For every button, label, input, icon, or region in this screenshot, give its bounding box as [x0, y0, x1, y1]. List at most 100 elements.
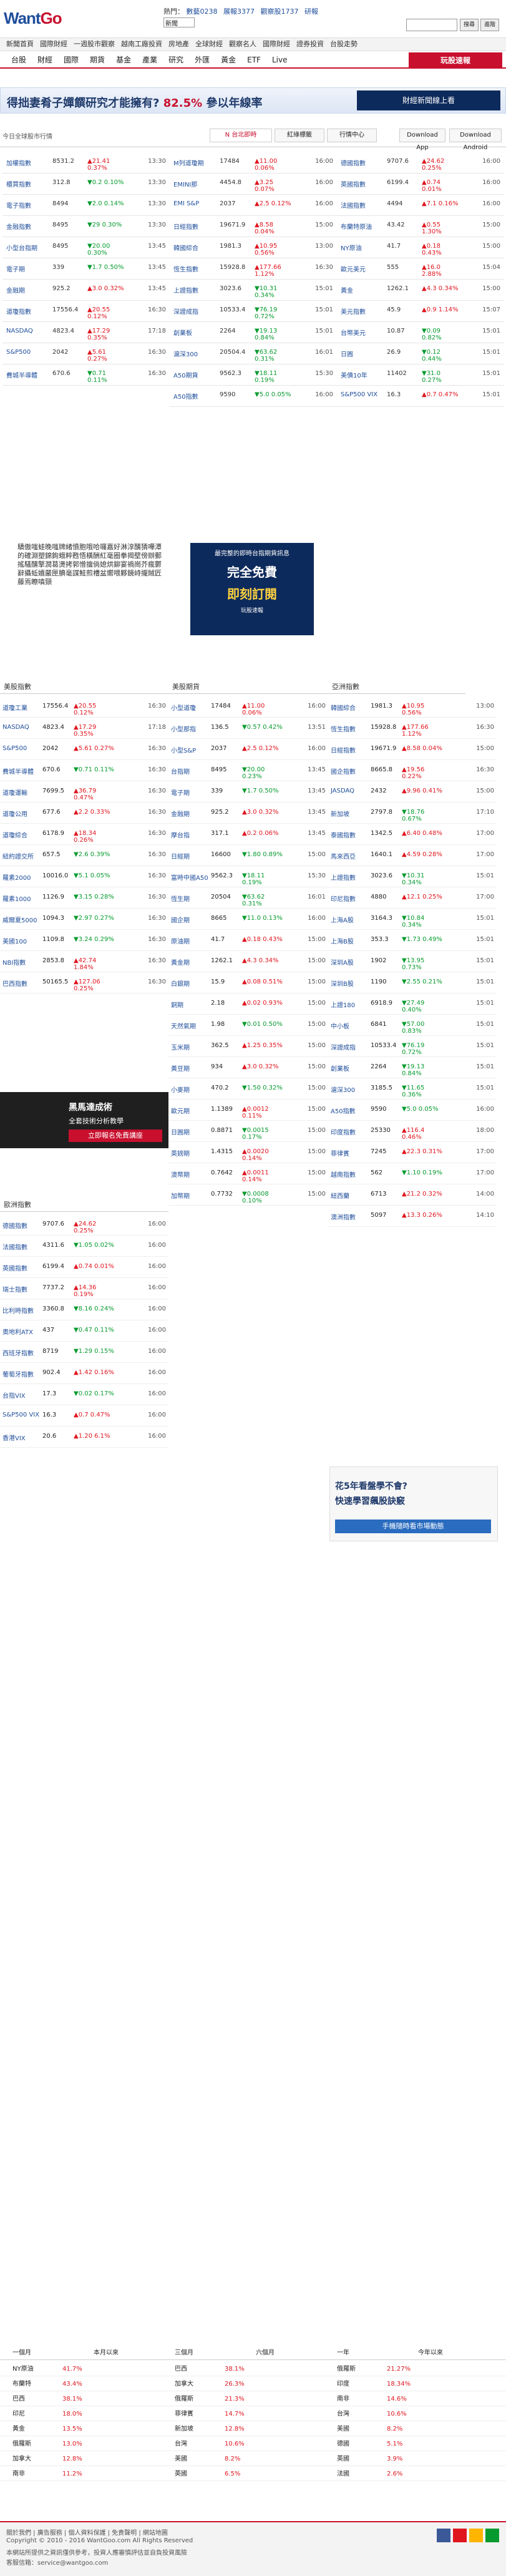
- quote-name[interactable]: 布蘭特原油: [341, 222, 378, 231]
- quote-row[interactable]: 羅素1000 1126.9 ▼3.15 0.28% 16:30: [0, 887, 168, 909]
- quote-row[interactable]: 金融期 925.2 ▲3.0 0.32% 13:45: [168, 803, 328, 824]
- quote-row[interactable]: 印尼指數 4880 ▲12.1 0.25% 17:00: [328, 887, 497, 909]
- top-nav-item-2[interactable]: 一週股市觀察: [74, 40, 115, 48]
- quote-row[interactable]: 越南指數 562 ▼1.10 0.19% 17:00: [328, 1163, 497, 1184]
- quote-name[interactable]: 歐元期: [171, 1106, 208, 1115]
- quote-row[interactable]: A50指數 9590 ▼5.0 0.05% 16:00: [170, 386, 337, 407]
- quote-name[interactable]: 泰國指數: [331, 830, 368, 839]
- quote-row[interactable]: 日圓 26.9 ▼0.12 0.44% 15:01: [337, 343, 504, 364]
- quote-name[interactable]: 白銀期: [171, 978, 208, 988]
- quote-row[interactable]: EMINI那 4454.8 ▲3.25 0.07% 16:00: [170, 173, 337, 195]
- quote-name[interactable]: 歐元美元: [341, 264, 378, 273]
- quote-row[interactable]: 櫃買指數 312.8 ▼0.2 0.10% 13:30: [2, 173, 170, 195]
- quote-row[interactable]: EMI S&P 2037 ▲2.5 0.12% 16:00: [170, 195, 337, 216]
- quote-name[interactable]: 上證180: [331, 1000, 368, 1009]
- quote-name[interactable]: 富時中國A50: [171, 872, 208, 882]
- quote-row[interactable]: 日經指數 19671.9 ▲8.58 0.04% 15:00: [170, 216, 337, 237]
- quote-row[interactable]: 白銀期 15.9 ▲0.08 0.51% 15:00: [168, 972, 328, 993]
- quote-name[interactable]: 小型那指: [171, 724, 208, 733]
- quote-row[interactable]: 台指期 8495 ▼20.00 0.23% 13:45: [168, 760, 328, 781]
- quote-row[interactable]: 上證指數 3023.6 ▼10.31 0.34% 15:01: [328, 866, 497, 887]
- quote-name[interactable]: 恆生期: [171, 894, 208, 903]
- quote-row[interactable]: 道瓊公用 677.6 ▲2.2 0.33% 16:30: [0, 803, 168, 824]
- facebook-icon[interactable]: [437, 2529, 450, 2542]
- quote-name[interactable]: EMI S&P: [173, 200, 211, 207]
- section-us-index[interactable]: 美股指數: [0, 680, 168, 694]
- quote-row[interactable]: 金融指數 8495 ▼29 0.30% 13:30: [2, 216, 170, 237]
- quote-name[interactable]: 國企期: [171, 915, 208, 924]
- quote-row[interactable]: 加權指數 8531.2 ▲21.41 0.37% 13:30: [2, 152, 170, 173]
- quote-row[interactable]: 深圳A股 1902 ▼13.95 0.73% 15:01: [328, 951, 497, 972]
- quote-row[interactable]: 美元指數 45.9 ▲0.9 1.14% 15:07: [337, 301, 504, 322]
- quote-row[interactable]: 英國指數 6199.4 ▲0.74 0.01% 16:00: [0, 1257, 168, 1278]
- quote-name[interactable]: 加幣期: [171, 1191, 208, 1200]
- hot-link-3[interactable]: 觀察股1737: [261, 7, 299, 16]
- perf-header-1[interactable]: 本月以來: [94, 2346, 119, 2360]
- quote-row[interactable]: 巴西指數 50165.5 ▲127.06 0.25% 16:30: [0, 972, 168, 993]
- quote-name[interactable]: 金融指數: [6, 222, 44, 231]
- perf-header-3[interactable]: 六個月: [256, 2346, 275, 2360]
- quote-name[interactable]: 黃豆期: [171, 1063, 208, 1073]
- quote-row[interactable]: 恆生指數 15928.8 ▲177.66 1.12% 16:30: [328, 718, 497, 739]
- quote-name[interactable]: 英國指數: [2, 1263, 40, 1272]
- quote-name[interactable]: 道瓊工業: [2, 703, 40, 712]
- perf-header-4[interactable]: 一年: [337, 2346, 349, 2360]
- main-nav-item-8[interactable]: 黃金: [221, 56, 236, 64]
- quote-row[interactable]: 創業板 2264 ▼19.13 0.84% 15:01: [328, 1057, 497, 1078]
- learning-ad-button[interactable]: 手機隨時看市場動態: [335, 1520, 491, 1533]
- quote-row[interactable]: 黃豆期 934 ▲3.0 0.32% 15:00: [168, 1057, 328, 1078]
- quote-row[interactable]: 深圳B股 1190 ▼2.55 0.21% 15:01: [328, 972, 497, 993]
- quote-name[interactable]: 美國100: [2, 936, 40, 945]
- quote-name[interactable]: 原油期: [171, 936, 208, 945]
- quote-row[interactable]: 澳幣期 0.7642 ▲0.0011 0.14% 15:00: [168, 1163, 328, 1184]
- quote-name[interactable]: 西班牙指數: [2, 1348, 40, 1357]
- quote-name[interactable]: 恆生指數: [173, 264, 211, 273]
- quote-name[interactable]: 金融期: [6, 285, 44, 295]
- quote-row[interactable]: 菲律賓 7245 ▲22.3 0.31% 17:00: [328, 1142, 497, 1163]
- quote-name[interactable]: 金融期: [171, 809, 208, 818]
- quote-row[interactable]: 台指VIX 17.3 ▼0.02 0.17% 16:00: [0, 1384, 168, 1405]
- quote-name[interactable]: S&P500 VIX: [341, 391, 378, 398]
- quote-name[interactable]: 國企指數: [331, 766, 368, 776]
- quote-row[interactable]: 小型台指期 8495 ▼20.00 0.30% 13:45: [2, 237, 170, 258]
- download-android-button[interactable]: Download Android: [449, 129, 502, 151]
- search-button[interactable]: 搜尋: [460, 19, 479, 31]
- quote-row[interactable]: 韓國綜合 1981.3 ▲10.95 0.56% 13:00: [170, 237, 337, 258]
- quote-row[interactable]: 國企期 8665 ▼11.0 0.13% 16:00: [168, 909, 328, 930]
- quote-row[interactable]: 澳洲指數 5097 ▲13.3 0.26% 14:10: [328, 1206, 497, 1227]
- quote-row[interactable]: 新加坡 2797.8 ▼18.76 0.67% 17:10: [328, 803, 497, 824]
- quote-row[interactable]: 富時中國A50 9562.3 ▼18.11 0.19% 15:30: [168, 866, 328, 887]
- quote-name[interactable]: 羅素1000: [2, 894, 40, 903]
- quote-name[interactable]: 英鎊期: [171, 1148, 208, 1158]
- banner-right-ad[interactable]: 財經新聞線上看: [357, 90, 500, 110]
- quote-name[interactable]: 加權指數: [6, 158, 44, 167]
- line-icon[interactable]: [485, 2529, 499, 2542]
- quote-row[interactable]: 美國100 1109.8 ▼3.24 0.29% 16:30: [0, 930, 168, 951]
- quote-row[interactable]: 瑞士指數 7737.2 ▲14.36 0.19% 16:00: [0, 1278, 168, 1299]
- quote-name[interactable]: 玉米期: [171, 1042, 208, 1051]
- top-nav-item-1[interactable]: 國際財經: [40, 40, 67, 48]
- subscribe-ad[interactable]: 最完整的即時台指期貨訊息 完全免費 即刻訂閱 玩股速報: [190, 543, 314, 635]
- main-nav-item-3[interactable]: 期貨: [90, 56, 105, 64]
- quote-name[interactable]: 紐約證交所: [2, 851, 40, 861]
- quote-name[interactable]: NBI指數: [2, 957, 40, 967]
- quote-name[interactable]: 德國指數: [341, 158, 378, 167]
- top-nav-item-3[interactable]: 越南工廠投資: [121, 40, 162, 48]
- quote-name[interactable]: 上證指數: [331, 872, 368, 882]
- quote-name[interactable]: 道瓊公用: [2, 809, 40, 818]
- quote-row[interactable]: 上證180 6918.9 ▼27.49 0.40% 15:01: [328, 993, 497, 1015]
- quote-row[interactable]: 紐約證交所 657.5 ▼2.6 0.39% 16:30: [0, 845, 168, 866]
- quote-name[interactable]: 威爾夏5000: [2, 915, 40, 924]
- quote-name[interactable]: 費城半導體: [6, 370, 44, 379]
- quote-row[interactable]: 日圓期 0.8871 ▼0.0015 0.17% 15:00: [168, 1121, 328, 1142]
- quote-row[interactable]: 馬來西亞 1640.1 ▲4.59 0.28% 17:00: [328, 845, 497, 866]
- top-nav-item-5[interactable]: 全球財經: [195, 40, 223, 48]
- quote-row[interactable]: 小型道瓊 17484 ▲11.00 0.06% 16:00: [168, 696, 328, 718]
- main-nav-item-6[interactable]: 研究: [168, 56, 183, 64]
- quote-row[interactable]: 韓國綜合 1981.3 ▲10.95 0.56% 13:00: [328, 696, 497, 718]
- quote-name[interactable]: 香港VIX: [2, 1433, 40, 1442]
- top-nav-item-8[interactable]: 證券投資: [296, 40, 324, 48]
- quote-row[interactable]: NY原油 41.7 ▲0.18 0.43% 15:00: [337, 237, 504, 258]
- quote-name[interactable]: 道瓊運輸: [2, 788, 40, 797]
- quote-row[interactable]: 玉米期 362.5 ▲1.25 0.35% 15:00: [168, 1036, 328, 1057]
